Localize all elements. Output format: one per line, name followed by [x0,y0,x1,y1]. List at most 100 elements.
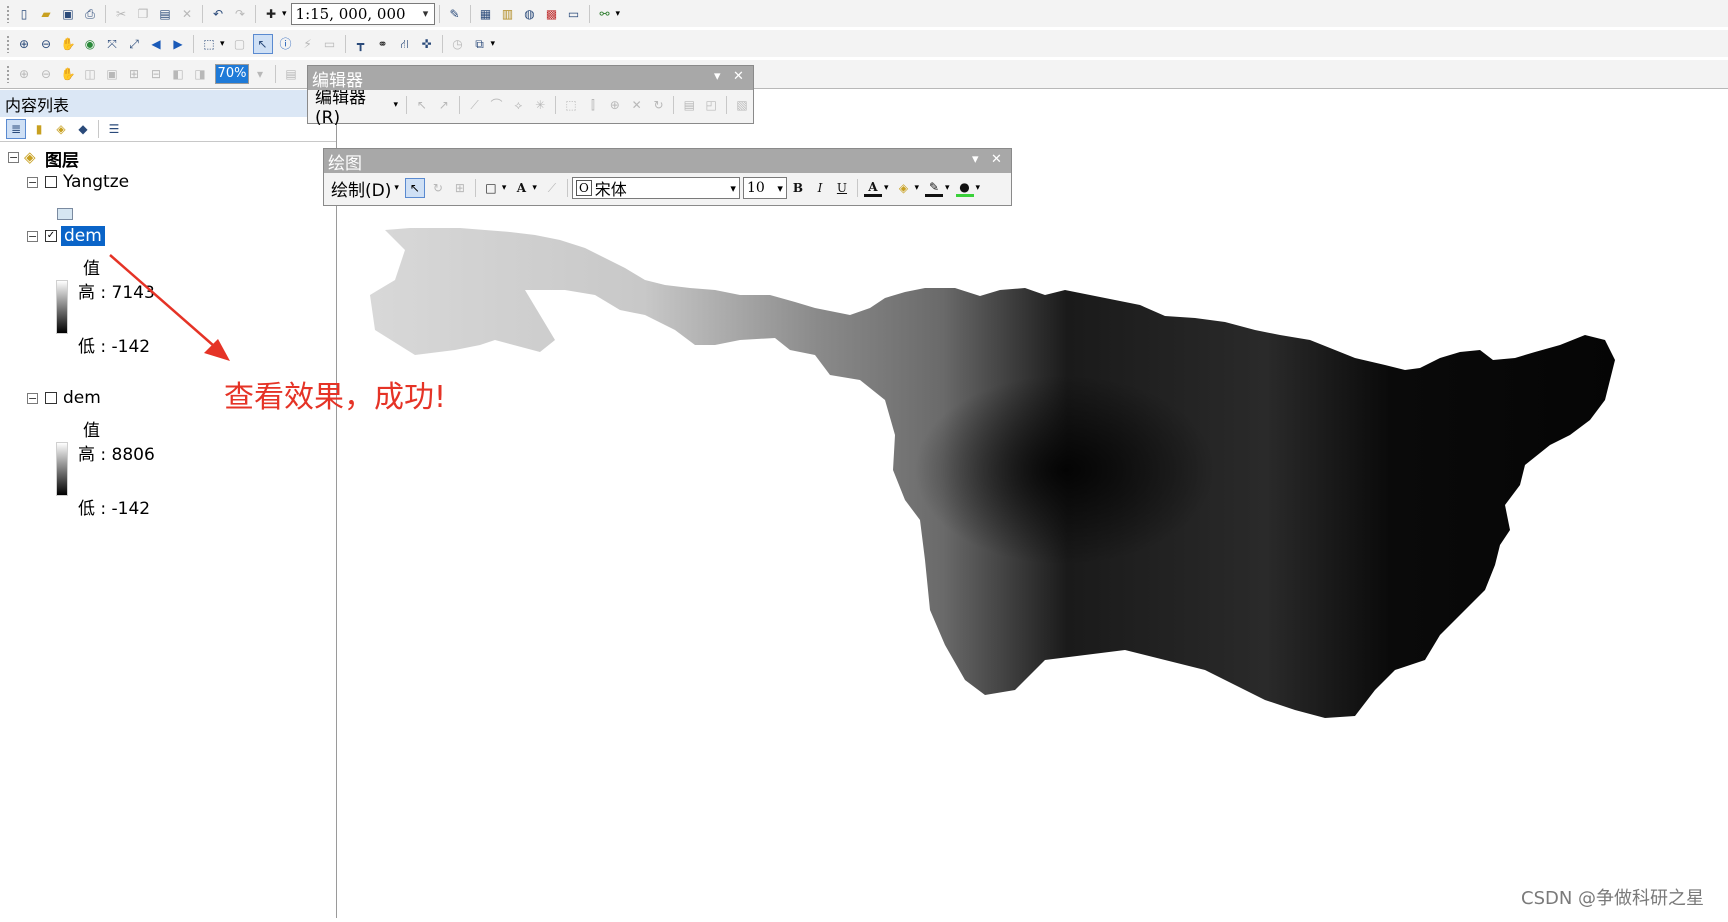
collapse-root-toggle[interactable]: − [8,152,19,163]
rectangle-icon[interactable]: □ [482,179,500,197]
save-icon[interactable]: ▣ [59,5,77,23]
select-features-icon[interactable]: ⬚ [200,35,218,53]
close-icon[interactable]: ✕ [733,69,744,84]
zoom-in-icon[interactable]: ⊕ [15,35,33,53]
trace-icon[interactable]: ⟡ [509,96,527,114]
edit-vertices-draw-icon[interactable]: ⟋ [543,179,561,197]
layer-visibility-checkbox[interactable] [45,392,57,404]
new-document-icon[interactable]: ▯ [15,5,33,23]
list-by-source-icon[interactable]: ▮ [30,120,48,138]
previous-extent-icon[interactable]: ◧ [169,65,187,83]
chevron-down-icon[interactable]: ▾ [730,182,736,195]
fixed-zoom-in-icon[interactable]: ⤧ [103,35,121,53]
chevron-down-icon[interactable]: ▾ [972,152,979,167]
zoom-whole-page-icon[interactable]: ◫ [81,65,99,83]
create-viewer-window-icon[interactable]: ⧉ [471,35,489,53]
chevron-down-icon[interactable]: ▾ [714,69,721,84]
zoom-out-icon[interactable]: ⊖ [37,35,55,53]
toc-options-icon[interactable]: ☰ [105,120,123,138]
html-popup-icon[interactable]: ▭ [321,35,339,53]
close-icon[interactable]: ✕ [991,152,1002,167]
chevron-down-icon[interactable]: ▾ [394,183,399,193]
identify-icon[interactable]: ⓘ [277,35,295,53]
fixed-zoom-in-layout-icon[interactable]: ⊞ [125,65,143,83]
list-by-selection-icon[interactable]: ◆ [74,120,92,138]
layer-name[interactable]: dem [63,388,101,408]
full-extent-globe-icon[interactable]: ◉ [81,35,99,53]
rotate-icon[interactable]: ↻ [650,96,668,114]
layer-name-selected[interactable]: dem [61,226,105,246]
fixed-zoom-out-layout-icon[interactable]: ⊟ [147,65,165,83]
edit-annotation-icon[interactable]: ↗ [435,96,453,114]
collapse-layer-toggle[interactable]: − [27,393,38,404]
arctoolbox-icon[interactable]: ▩ [543,5,561,23]
zoom-percent-combobox[interactable]: 70% [215,63,249,84]
polygon-symbol-swatch[interactable] [57,208,73,220]
draw-title-bar[interactable]: 绘图 ▾ ✕ [324,149,1011,174]
add-data-icon[interactable]: ✚ [262,5,280,23]
next-extent-icon[interactable]: ◨ [191,65,209,83]
bold-button[interactable]: B [789,179,807,197]
undo-icon[interactable]: ↶ [209,5,227,23]
editor-toolbar-window[interactable]: 编辑器 ▾ ✕ 编辑器(R) ▾ ↖ ↗ ⟋ ⌒ ⟡ ✳ ⬚ ⫿ ⊕ ✕ ↻ ▤… [307,65,754,128]
rotate-element-icon[interactable]: ↻ [429,179,447,197]
layout-zoom-in-icon[interactable]: ⊕ [15,65,33,83]
font-color-button[interactable]: A [863,180,882,197]
delete-icon[interactable]: ✕ [178,5,196,23]
model-builder-icon[interactable]: ⚯ [596,5,614,23]
back-arrow-icon[interactable]: ◀ [147,35,165,53]
find-binoculars-icon[interactable]: ⚭ [374,35,392,53]
reshape-icon[interactable]: ⫿ [584,96,602,114]
list-by-visibility-icon[interactable]: ◈ [52,120,70,138]
zoom-100-icon[interactable]: ▣ [103,65,121,83]
marker-color-icon[interactable]: ● [955,180,974,197]
layout-zoom-out-icon[interactable]: ⊖ [37,65,55,83]
straight-segment-icon[interactable]: ⟋ [466,96,484,114]
create-features-icon[interactable]: ▧ [733,96,751,114]
map-display[interactable] [109,90,1728,918]
paste-icon[interactable]: ▤ [156,5,174,23]
attributes-icon[interactable]: ▤ [680,96,698,114]
measure-icon[interactable]: ┳ [352,35,370,53]
search-window-icon[interactable]: ◍ [521,5,539,23]
font-size-select[interactable]: 10 ▾ [742,177,787,199]
collapse-layer-toggle[interactable]: − [27,231,38,242]
toc-window-icon[interactable]: ▦ [477,5,495,23]
draw-menu[interactable]: 绘制(D) [328,176,394,201]
redo-icon[interactable]: ↷ [231,5,249,23]
point-icon[interactable]: ✳ [531,96,549,114]
underline-button[interactable]: U [833,179,851,197]
select-elements-arrow-icon[interactable]: ↖ [252,33,273,54]
copy-icon[interactable]: ❐ [134,5,152,23]
map-scale-combobox[interactable]: 1:15, 000, 000 ▾ [290,2,435,25]
chevron-down-icon[interactable]: ▾ [393,100,398,110]
toolbar-grip[interactable] [6,4,10,23]
layers-root-label[interactable]: 图层 [45,146,79,171]
print-icon[interactable]: ⎙ [81,5,99,23]
cut-polygons-icon[interactable]: ⊕ [606,96,624,114]
split-icon[interactable]: ✕ [628,96,646,114]
pan-hand-icon[interactable]: ✋ [59,35,77,53]
layer-name[interactable]: Yangtze [63,172,129,192]
toggle-draft-mode-icon[interactable]: ▤ [282,65,300,83]
draw-toolbar-window[interactable]: 绘图 ▾ ✕ 绘制(D) ▾ ↖ ↻ ⊞ □ ▾ A ▾ ⟋ O 宋体 ▾ 10… [323,148,1012,206]
editor-toolbar-icon[interactable]: ✎ [446,5,464,23]
layout-pan-icon[interactable]: ✋ [59,65,77,83]
go-to-xy-icon[interactable]: ✜ [418,35,436,53]
chevron-down-icon[interactable]: ▾ [251,65,269,83]
line-color-icon[interactable]: ✎ [925,180,944,197]
edit-tool-icon[interactable]: ↖ [413,96,431,114]
select-elements-icon[interactable]: ↖ [404,178,425,198]
layer-visibility-checkbox[interactable] [45,176,57,188]
fill-color-icon[interactable]: ◈ [894,179,912,197]
clear-selection-icon[interactable]: ▢ [231,35,249,53]
cut-icon[interactable]: ✂ [112,5,130,23]
time-slider-icon[interactable]: ◷ [449,35,467,53]
forward-arrow-icon[interactable]: ▶ [169,35,187,53]
hyperlink-icon[interactable]: ⚡ [299,35,317,53]
python-window-icon[interactable]: ▭ [565,5,583,23]
zoom-to-selected-icon[interactable]: ⊞ [451,179,469,197]
list-by-drawing-order-icon[interactable]: ≣ [6,119,26,139]
edit-vertices-icon[interactable]: ⬚ [562,96,580,114]
italic-button[interactable]: I [811,179,829,197]
